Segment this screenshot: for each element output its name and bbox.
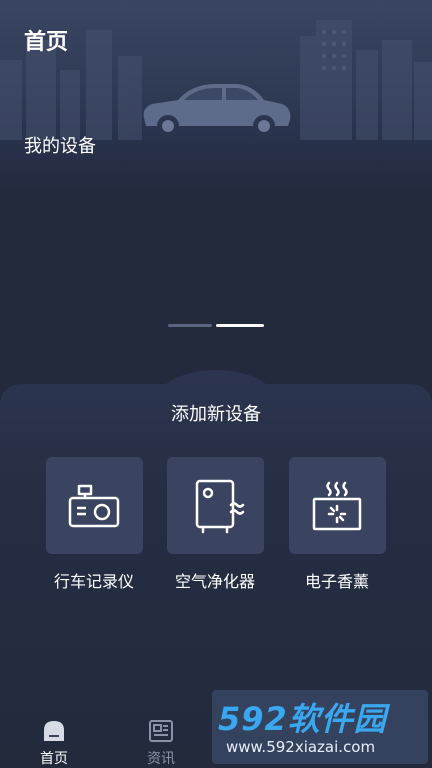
device-label-air-purifier: 空气净化器 xyxy=(174,572,255,591)
watermark-url: www.592xiazai.com xyxy=(226,738,376,756)
page-dot-1[interactable] xyxy=(168,324,212,327)
dashcam-icon xyxy=(68,484,120,528)
news-icon xyxy=(149,720,173,742)
tab-home-label: 首页 xyxy=(40,751,68,767)
device-label-aroma-diffuser: 电子香薰 xyxy=(304,572,369,591)
site-watermark: 592软件园 www.592xiazai.com xyxy=(212,690,428,764)
tab-home[interactable]: 首页 xyxy=(24,708,84,768)
add-device-title: 添加新设备 xyxy=(171,404,261,425)
page-dot-2[interactable] xyxy=(216,324,264,327)
aroma-diffuser-icon xyxy=(312,481,362,531)
device-label-dashcam: 行车记录仪 xyxy=(53,572,134,591)
watermark-brand: 592软件园 xyxy=(218,700,387,738)
page-title: 首页 xyxy=(24,30,69,55)
hero-banner: 首页 我的设备 xyxy=(0,0,432,200)
car-illustration xyxy=(143,84,291,137)
my-devices-label: 我的设备 xyxy=(24,136,96,157)
page-indicator xyxy=(168,324,264,328)
device-card-aroma-diffuser[interactable] xyxy=(289,457,386,554)
device-card-dashcam[interactable] xyxy=(46,457,143,554)
tab-news[interactable]: 资讯 xyxy=(131,708,191,768)
air-purifier-icon xyxy=(195,479,245,534)
device-card-air-purifier[interactable] xyxy=(167,457,264,554)
tab-news-label: 资讯 xyxy=(147,751,175,767)
home-icon xyxy=(44,721,64,741)
